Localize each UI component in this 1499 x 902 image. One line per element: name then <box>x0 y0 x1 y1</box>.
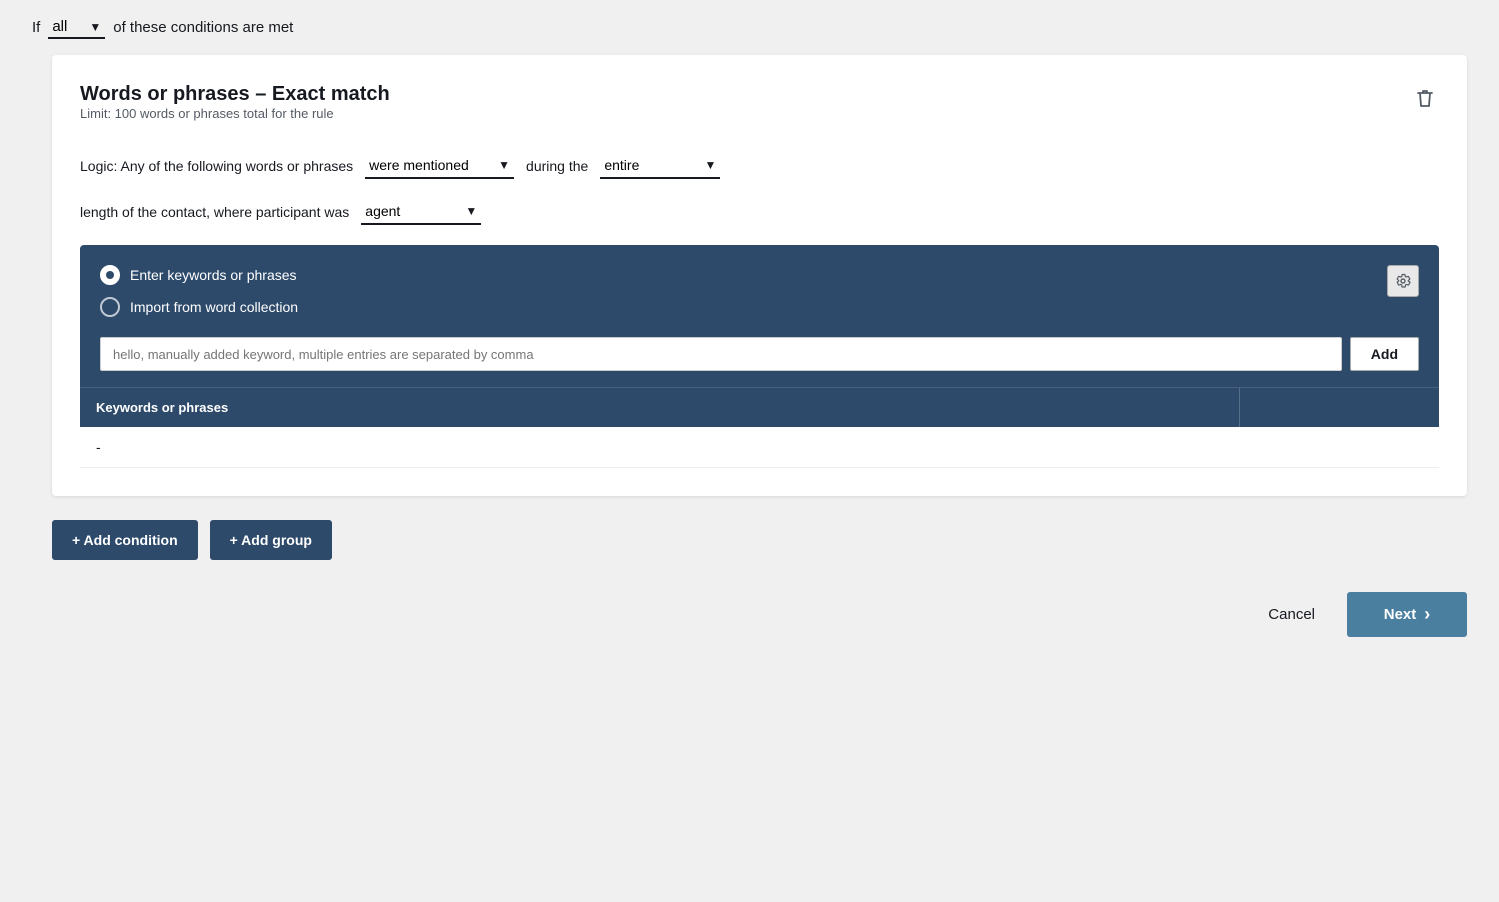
gear-button[interactable] <box>1387 265 1419 297</box>
table-body: - <box>80 427 1439 468</box>
table-header: Keywords or phrases <box>80 387 1439 427</box>
next-icon: › <box>1424 604 1430 625</box>
radio-item-import[interactable]: Import from word collection <box>100 297 1419 317</box>
keywords-input[interactable] <box>100 337 1342 371</box>
card-title: Words or phrases – Exact match <box>80 83 390 106</box>
agent-dropdown[interactable]: agent customer both <box>365 203 459 219</box>
logic-prefix-label: Logic: Any of the following words or phr… <box>80 158 353 174</box>
keywords-section: Enter keywords or phrases Import from wo… <box>80 245 1439 468</box>
mentioned-dropdown[interactable]: were mentioned were not mentioned <box>369 157 492 173</box>
all-dropdown-wrapper[interactable]: all any ▼ <box>48 16 105 39</box>
table-header-keywords: Keywords or phrases <box>80 388 1239 427</box>
keywords-table: Keywords or phrases - <box>80 387 1439 468</box>
top-bar: If all any ▼ of these conditions are met <box>0 0 1499 55</box>
condition-card: Words or phrases – Exact match Limit: 10… <box>52 55 1467 496</box>
main-content: Words or phrases – Exact match Limit: 10… <box>0 55 1499 560</box>
card-header: Words or phrases – Exact match Limit: 10… <box>80 83 1439 145</box>
add-button[interactable]: Add <box>1350 337 1419 371</box>
add-condition-button[interactable]: + Add condition <box>52 520 198 560</box>
footer-buttons: Cancel Next › <box>0 560 1499 657</box>
participant-label: length of the contact, where participant… <box>80 204 349 220</box>
next-label: Next <box>1384 606 1417 623</box>
next-button[interactable]: Next › <box>1347 592 1467 637</box>
cancel-button[interactable]: Cancel <box>1252 596 1331 633</box>
all-dropdown[interactable]: all any <box>52 18 81 35</box>
mentioned-dropdown-arrow: ▼ <box>498 158 510 172</box>
entire-dropdown[interactable]: entire first last <box>604 157 698 173</box>
card-subtitle: Limit: 100 words or phrases total for th… <box>80 106 390 121</box>
card-title-section: Words or phrases – Exact match Limit: 10… <box>80 83 390 145</box>
bottom-actions: + Add condition + Add group <box>52 496 1467 560</box>
table-row: - <box>80 427 1439 468</box>
table-header-actions <box>1239 388 1439 427</box>
agent-dropdown-arrow: ▼ <box>465 204 477 218</box>
table-cell-value: - <box>96 439 1223 455</box>
add-group-button[interactable]: + Add group <box>210 520 332 560</box>
during-label: during the <box>526 158 588 174</box>
participant-row: length of the contact, where participant… <box>80 199 1439 225</box>
delete-button[interactable] <box>1411 83 1439 118</box>
radio-label-keywords: Enter keywords or phrases <box>130 267 297 283</box>
logic-row: Logic: Any of the following words or phr… <box>80 153 1439 179</box>
radio-label-import: Import from word collection <box>130 299 298 315</box>
radio-group: Enter keywords or phrases Import from wo… <box>100 265 1419 317</box>
if-label: If <box>32 19 40 36</box>
all-dropdown-arrow: ▼ <box>89 20 101 34</box>
entire-dropdown-arrow: ▼ <box>704 158 716 172</box>
keywords-input-row: Add <box>100 337 1419 387</box>
conditions-label: of these conditions are met <box>113 19 293 36</box>
radio-item-keywords[interactable]: Enter keywords or phrases <box>100 265 1419 285</box>
mentioned-dropdown-wrapper[interactable]: were mentioned were not mentioned ▼ <box>365 153 514 179</box>
agent-dropdown-wrapper[interactable]: agent customer both ▼ <box>361 199 481 225</box>
radio-circle-import <box>100 297 120 317</box>
table-cell-actions <box>1223 439 1423 455</box>
entire-dropdown-wrapper[interactable]: entire first last ▼ <box>600 153 720 179</box>
radio-circle-keywords <box>100 265 120 285</box>
